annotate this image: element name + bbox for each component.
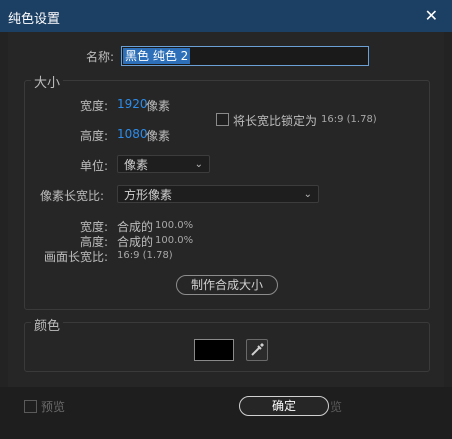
pixel-aspect-dropdown[interactable]: 方形像素 ⌄ <box>117 185 319 203</box>
width-value[interactable]: 1920 <box>117 97 148 111</box>
height-unit: 像素 <box>146 129 171 143</box>
unit-dropdown[interactable]: 像素 ⌄ <box>117 155 210 173</box>
width-unit: 像素 <box>146 99 171 113</box>
info-height-pct: 100.0% <box>155 235 194 246</box>
name-label: 名称: <box>86 50 115 64</box>
eyedropper-icon <box>251 343 264 356</box>
preview-label: 预览 <box>41 400 66 414</box>
color-group-title: 颜色 <box>31 315 64 334</box>
title-bar: 纯色设置 ✕ <box>0 0 452 32</box>
preview-checkbox[interactable] <box>24 400 37 413</box>
eyedropper-button[interactable] <box>246 339 268 361</box>
chevron-down-icon: ⌄ <box>194 159 203 170</box>
info-height-text: 合成的 <box>117 235 154 249</box>
height-label: 高度: <box>80 129 109 143</box>
name-input[interactable]: 黑色 纯色 2 <box>121 46 369 66</box>
pixel-aspect-label: 像素长宽比: <box>40 189 105 203</box>
info-frame-label: 画面长宽比: <box>44 250 109 264</box>
height-value[interactable]: 1080 <box>117 127 148 141</box>
unit-label: 单位: <box>80 159 109 173</box>
info-frame-value: 16:9 (1.78) <box>117 250 173 261</box>
make-comp-size-button[interactable]: 制作合成大小 <box>176 275 278 295</box>
background-ghost-text: 览 <box>330 400 343 414</box>
color-swatch[interactable] <box>194 339 234 361</box>
close-icon[interactable]: ✕ <box>425 6 438 25</box>
ok-button[interactable]: 确定 <box>239 396 329 416</box>
size-group-title: 大小 <box>31 72 64 91</box>
lock-aspect-checkbox[interactable] <box>216 113 229 126</box>
name-input-value: 黑色 纯色 2 <box>123 48 191 64</box>
unit-dropdown-value: 像素 <box>124 158 149 172</box>
chevron-down-icon: ⌄ <box>303 189 312 200</box>
lock-aspect-label: 将长宽比锁定为 <box>233 114 318 128</box>
footer-bar <box>0 387 452 439</box>
width-label: 宽度: <box>80 99 109 113</box>
lock-aspect-ratio: 16:9 (1.78) <box>321 114 377 125</box>
info-width-pct: 100.0% <box>155 220 194 231</box>
window-title: 纯色设置 <box>8 12 61 27</box>
pixel-aspect-dropdown-value: 方形像素 <box>124 188 173 202</box>
